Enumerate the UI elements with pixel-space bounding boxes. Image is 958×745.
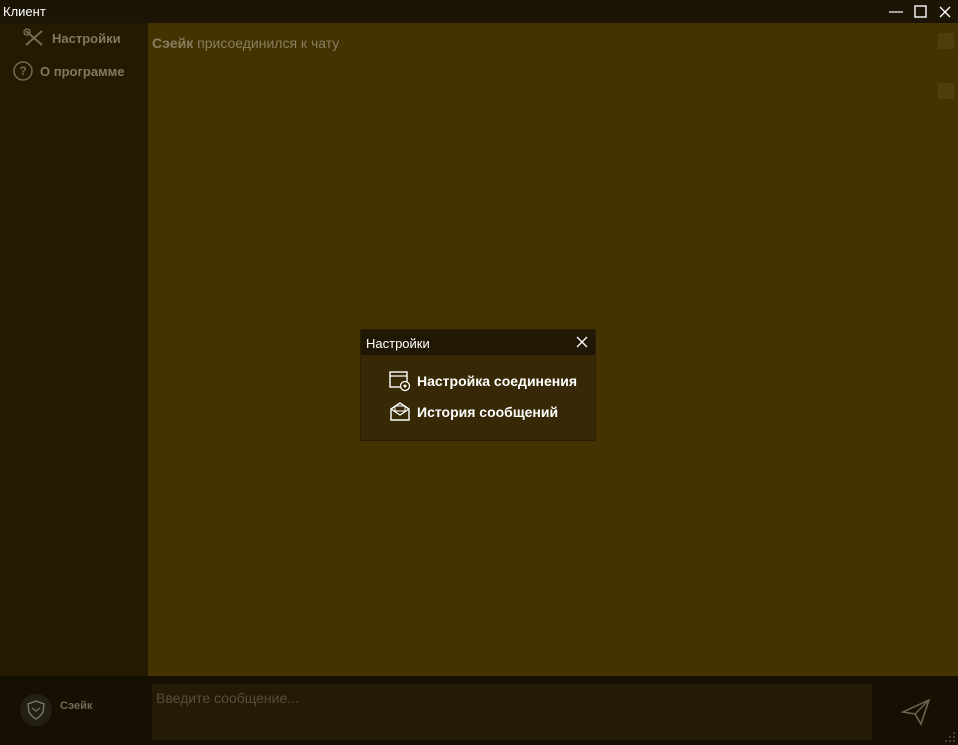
minimize-button[interactable] — [884, 0, 908, 23]
maximize-icon — [914, 4, 927, 18]
close-icon — [576, 336, 588, 348]
maximize-button[interactable] — [909, 0, 933, 23]
dialog-item-label: Настройка соединения — [417, 373, 578, 389]
close-icon — [939, 6, 951, 17]
dialog-close-button[interactable] — [573, 333, 591, 351]
close-button[interactable] — [933, 0, 957, 23]
settings-dialog: Настройки Настройка соединения История с… — [361, 330, 595, 440]
dialog-item-label: История сообщений — [417, 404, 559, 420]
dialog-header: Настройки — [361, 330, 595, 355]
connection-settings-icon — [389, 371, 411, 392]
minimize-icon — [889, 10, 903, 13]
window-title: Клиент — [3, 4, 46, 19]
message-history-item[interactable]: История сообщений — [389, 402, 558, 422]
dialog-title: Настройки — [366, 336, 430, 351]
connection-settings-item[interactable]: Настройка соединения — [389, 370, 577, 392]
mail-history-icon — [390, 402, 410, 421]
window-titlebar: Клиент — [0, 0, 958, 23]
